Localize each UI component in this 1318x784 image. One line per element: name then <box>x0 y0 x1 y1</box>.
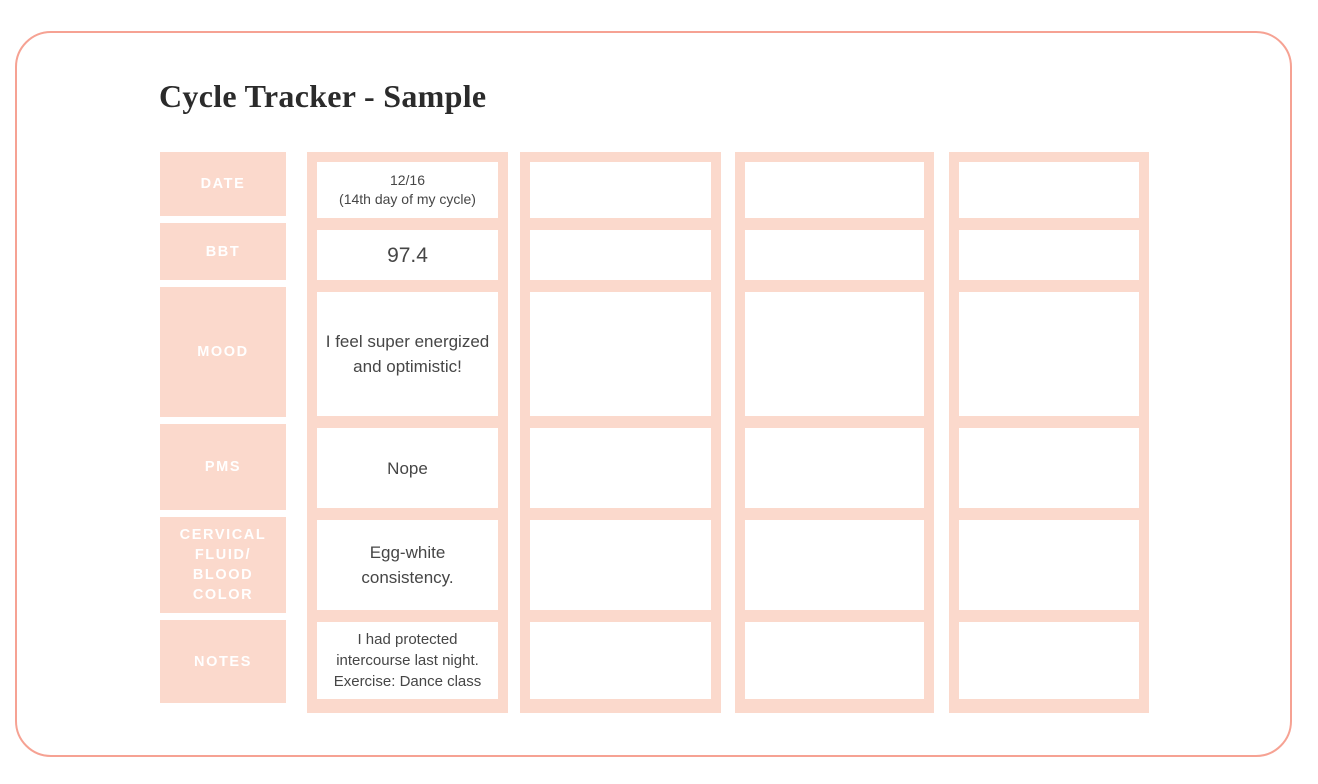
row-label-notes-text: NOTES <box>194 653 252 670</box>
cell-date-2[interactable] <box>530 162 711 218</box>
cell-cervical-fluid-1[interactable]: Egg-white consistency. <box>317 520 498 610</box>
row-label-pms-text: PMS <box>204 459 242 475</box>
cell-pms-1-content: Nope <box>387 458 428 478</box>
cycle-tracker-table: DATE BBT MOOD PMS CERVICAL FLUID/ BLOOD … <box>160 152 1150 714</box>
cell-notes-1-content: I had protected intercourse last night. … <box>333 631 482 690</box>
row-label-notes: NOTES <box>160 620 286 703</box>
cell-cervical-fluid-4[interactable] <box>959 520 1139 610</box>
entry-column-2[interactable] <box>520 152 721 713</box>
cell-bbt-1-content: 97.4 <box>387 243 428 267</box>
cell-cervical-fluid-1-content: Egg-white consistency. <box>361 543 454 587</box>
cervical-line-2: FLUID/ <box>194 547 252 563</box>
cervical-line-1: CERVICAL <box>179 527 267 543</box>
cell-date-1-line2: (14th day of my cycle) <box>339 191 476 207</box>
cell-date-4[interactable] <box>959 162 1139 218</box>
cell-mood-1[interactable]: I feel super energized and optimistic! <box>317 292 498 416</box>
cell-pms-3[interactable] <box>745 428 924 508</box>
cervical-line-3: BLOOD COLOR <box>192 567 254 603</box>
row-label-bbt-text: BBT <box>205 243 241 260</box>
row-label-mood-text: MOOD <box>197 344 249 360</box>
entry-column-1[interactable]: 12/16 (14th day of my cycle) 97.4 I feel… <box>307 152 508 713</box>
cell-notes-2[interactable] <box>530 622 711 699</box>
cell-date-1-line1: 12/16 <box>389 172 426 188</box>
cell-notes-1[interactable]: I had protected intercourse last night. … <box>317 622 498 699</box>
cell-notes-3[interactable] <box>745 622 924 699</box>
row-label-date: DATE <box>160 152 286 216</box>
cell-mood-4[interactable] <box>959 292 1139 416</box>
cell-bbt-4[interactable] <box>959 230 1139 280</box>
cell-date-3[interactable] <box>745 162 924 218</box>
entry-column-4[interactable] <box>949 152 1149 713</box>
cell-notes-4[interactable] <box>959 622 1139 699</box>
row-label-cervical-fluid-text: CERVICAL FLUID/ BLOOD COLOR <box>160 525 286 605</box>
cell-cervical-fluid-3[interactable] <box>745 520 924 610</box>
row-label-bbt: BBT <box>160 223 286 280</box>
cell-pms-4[interactable] <box>959 428 1139 508</box>
row-label-pms: PMS <box>160 424 286 510</box>
cell-date-1[interactable]: 12/16 (14th day of my cycle) <box>317 162 498 218</box>
row-label-date-text: DATE <box>200 176 246 192</box>
cell-bbt-2[interactable] <box>530 230 711 280</box>
cell-bbt-3[interactable] <box>745 230 924 280</box>
cell-pms-1[interactable]: Nope <box>317 428 498 508</box>
cell-cervical-fluid-2[interactable] <box>530 520 711 610</box>
page-title: Cycle Tracker - Sample <box>159 78 487 114</box>
page-root: Cycle Tracker - Sample DATE BBT MOOD PMS… <box>0 0 1318 784</box>
entry-column-3[interactable] <box>735 152 934 713</box>
cell-date-1-content: 12/16 (14th day of my cycle) <box>333 171 482 209</box>
cell-bbt-1[interactable]: 97.4 <box>317 230 498 280</box>
row-label-column: DATE BBT MOOD PMS CERVICAL FLUID/ BLOOD … <box>160 152 286 710</box>
row-label-mood: MOOD <box>160 287 286 417</box>
cell-mood-2[interactable] <box>530 292 711 416</box>
row-label-cervical-fluid: CERVICAL FLUID/ BLOOD COLOR <box>160 517 286 613</box>
cell-mood-1-content: I feel super energized and optimistic! <box>325 332 490 376</box>
cell-mood-3[interactable] <box>745 292 924 416</box>
cell-pms-2[interactable] <box>530 428 711 508</box>
